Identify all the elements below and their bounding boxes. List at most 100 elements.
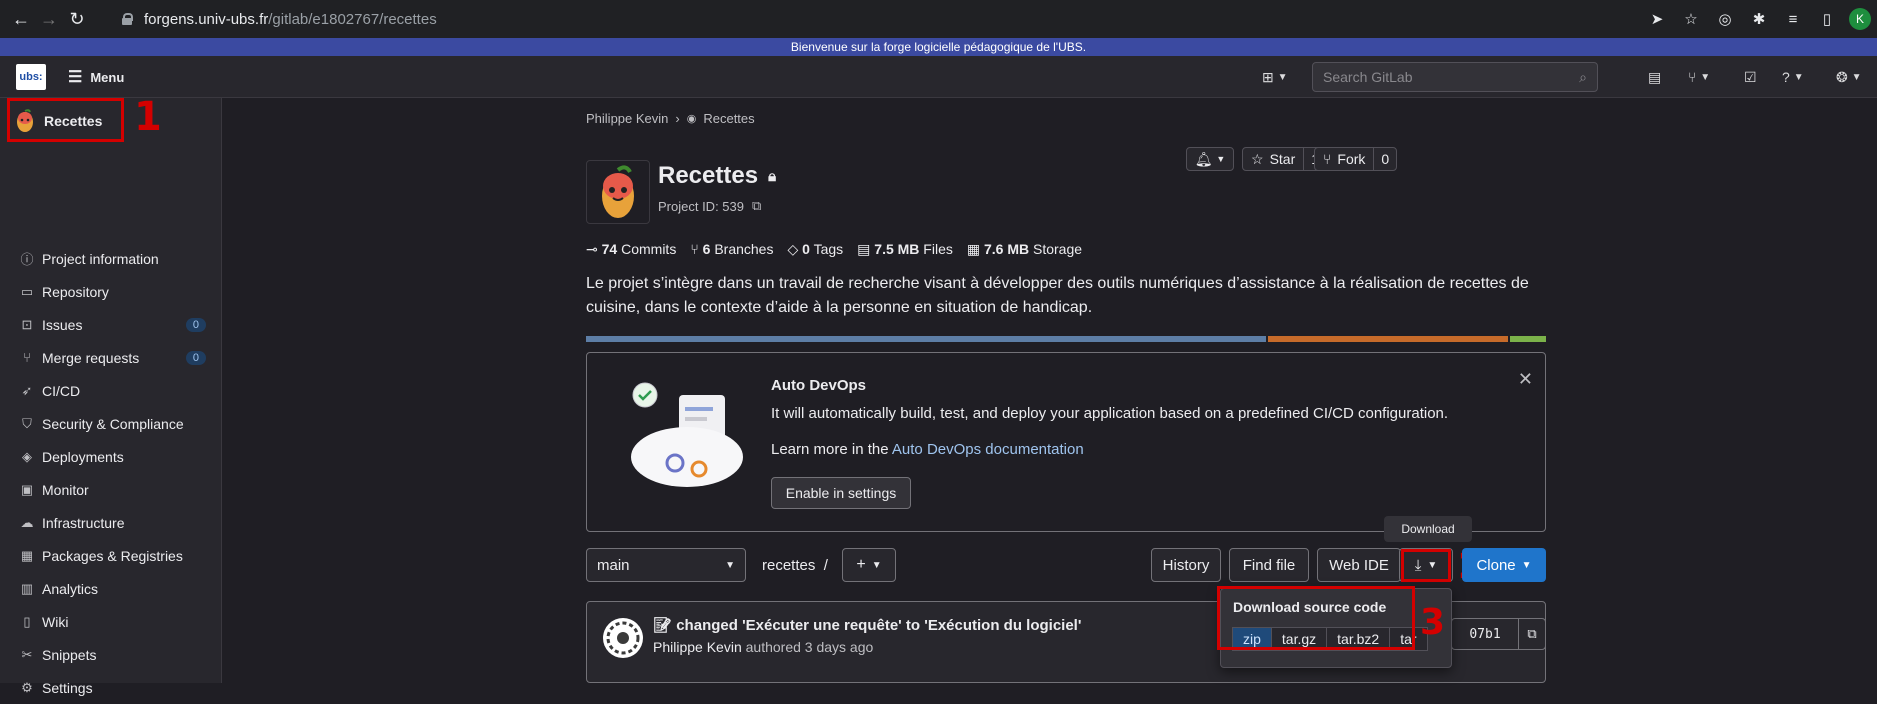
notification-dropdown[interactable]: 🔔︎ ▼	[1186, 147, 1234, 171]
package-icon: ▦	[20, 547, 34, 563]
plus-icon: +	[856, 556, 866, 573]
ubs-logo[interactable]: ubs:	[16, 64, 46, 90]
breadcrumb-owner[interactable]: Philippe Kevin	[586, 111, 668, 126]
issues-topbar-icon[interactable]: ▤	[1648, 67, 1661, 87]
branches-stat[interactable]: ⑂ 6 Branches	[690, 241, 773, 258]
chevron-down-icon: ▼	[1216, 154, 1226, 164]
mango-avatar-icon	[602, 165, 634, 218]
scissors-icon: ✂	[21, 646, 33, 662]
extension-glasses-icon[interactable]: ◎	[1713, 7, 1737, 31]
enable-in-settings-button[interactable]: Enable in settings	[771, 477, 911, 509]
commit-time: authored 3 days ago	[745, 639, 874, 655]
send-icon[interactable]: ➤	[1645, 7, 1669, 31]
sidebar-item-label: Issues	[42, 316, 83, 333]
forward-icon[interactable]: →	[34, 4, 64, 34]
fork-count[interactable]: 0	[1373, 148, 1396, 170]
repo-path-root[interactable]: recettes	[762, 557, 815, 574]
search-input[interactable]: Search GitLab ⌕	[1312, 62, 1598, 92]
tags-stat[interactable]: ◇ 0 Tags	[787, 241, 843, 258]
find-file-button[interactable]: Find file	[1229, 548, 1309, 582]
reload-icon[interactable]: ↻	[62, 4, 92, 34]
commit-sha[interactable]: 07b1	[1451, 618, 1519, 650]
memo-icon: 📝︎	[653, 617, 673, 634]
language-bar-segment	[1510, 336, 1546, 342]
sidebar-item-project-information[interactable]: ⓘ Project information	[0, 242, 222, 275]
address-bar[interactable]: forgens.univ-ubs.fr/gitlab/e1802767/rece…	[108, 4, 1748, 34]
menu-button[interactable]: ☰ Menu	[68, 65, 124, 89]
sidebar-item-ci-cd[interactable]: ➶ CI/CD	[0, 374, 222, 407]
sidebar-item-snippets[interactable]: ✂ Snippets	[0, 638, 222, 671]
fork-label: Fork	[1337, 151, 1366, 167]
branch-selector[interactable]: main ▼	[586, 548, 746, 582]
devops-doc-link[interactable]: Auto DevOps documentation	[892, 441, 1084, 458]
side-panel-icon[interactable]: ▯	[1815, 7, 1839, 31]
web-ide-button[interactable]: Web IDE	[1317, 548, 1401, 582]
sidebar-item-infrastructure[interactable]: ☁ Infrastructure	[0, 506, 222, 539]
merge-requests-count-badge: 0	[185, 350, 206, 365]
todo-icon[interactable]: ☑	[1744, 67, 1757, 87]
sidebar-item-wiki[interactable]: ▯ Wiki	[0, 605, 222, 638]
new-item-dropdown[interactable]: ⊞ ▼	[1262, 67, 1288, 87]
sidebar-item-label: Deployments	[42, 448, 124, 465]
back-icon[interactable]: ←	[6, 4, 36, 34]
commit-message-text: changed 'Exécuter une requête' to 'Exécu…	[676, 617, 1082, 634]
sidebar-item-label: Security & Compliance	[42, 415, 184, 432]
sidebar-item-deployments[interactable]: ◈ Deployments	[0, 440, 222, 473]
merge-requests-topbar-icon[interactable]: ⑂ ▼	[1688, 67, 1710, 87]
menu-label: Menu	[90, 69, 125, 85]
lock-icon: 🔒︎	[768, 167, 777, 185]
chart-icon: ▥	[20, 580, 34, 596]
clone-label: Clone	[1476, 556, 1516, 574]
sidebar-item-packages[interactable]: ▦ Packages & Registries	[0, 539, 222, 572]
help-icon[interactable]: ? ▼	[1782, 67, 1804, 87]
browser-toolbar: ← → ↻ forgens.univ-ubs.fr/gitlab/e180276…	[0, 0, 1877, 38]
sidebar-item-analytics[interactable]: ▥ Analytics	[0, 572, 222, 605]
add-file-dropdown[interactable]: + ▼	[842, 548, 896, 582]
storage-stat[interactable]: ▦ 7.6 MB Storage	[967, 241, 1082, 258]
breadcrumb-project[interactable]: Recettes	[703, 111, 754, 126]
commits-stat[interactable]: ⊸ 74 Commits	[586, 241, 676, 258]
project-title-text: Recettes	[658, 162, 759, 189]
star-bookmark-icon[interactable]: ☆	[1679, 7, 1703, 31]
sidebar-item-security[interactable]: ⛉ Security & Compliance	[0, 407, 222, 440]
sidebar-item-label: Repository	[42, 283, 109, 300]
profile-avatar[interactable]: K	[1849, 8, 1871, 30]
url-path: /gitlab/e1802767/recettes	[268, 10, 437, 28]
shield-icon: ⛉	[22, 415, 32, 431]
repo-path: recettes /	[762, 557, 828, 574]
close-icon[interactable]: ✕	[1518, 369, 1533, 390]
author-avatar[interactable]	[603, 618, 643, 658]
gitlab-topbar: ubs: ☰ Menu ⊞ ▼ Search GitLab ⌕ ▤ ⑂ ▼ ☑ …	[0, 56, 1877, 98]
commit-author[interactable]: Philippe Kevin	[653, 639, 742, 655]
sidebar-item-label: Monitor	[42, 481, 89, 498]
reading-list-icon[interactable]: ≡	[1781, 7, 1805, 31]
sidebar-item-issues[interactable]: ⊡ Issues 0	[0, 308, 222, 341]
copy-sha-icon[interactable]: ⧉	[1518, 618, 1546, 650]
fork-button[interactable]: ⑂ Fork 0	[1314, 147, 1398, 171]
puzzle-icon[interactable]: ✱	[1747, 7, 1771, 31]
sidebar-item-repository[interactable]: ▭ Repository	[0, 275, 222, 308]
sidebar-item-monitor[interactable]: ▣ Monitor	[0, 473, 222, 506]
sidebar-item-settings[interactable]: ⚙ Settings	[0, 671, 222, 704]
sidebar-item-label: Settings	[42, 679, 93, 696]
commit-message[interactable]: 📝︎ changed 'Exécuter une requête' to 'Ex…	[653, 616, 1081, 634]
sidebar-item-merge-requests[interactable]: ⑂ Merge requests 0	[0, 341, 222, 374]
annotation-box-3	[1217, 586, 1415, 650]
wiki-icon: ▯	[23, 613, 31, 629]
cloud-illustration	[631, 382, 743, 487]
file-icon: ▤	[857, 241, 871, 257]
star-label: Star	[1269, 151, 1296, 167]
user-avatar-icon[interactable]: ❂ ▼	[1836, 67, 1862, 87]
history-button[interactable]: History	[1151, 548, 1221, 582]
files-stat[interactable]: ▤ 7.5 MB Files	[857, 241, 953, 258]
mango-small-icon: ◉	[686, 113, 697, 125]
path-separator: /	[823, 557, 828, 574]
annotation-box-1	[7, 98, 124, 142]
language-bar-segment	[586, 336, 1266, 342]
clone-button[interactable]: Clone ▼	[1462, 548, 1546, 582]
copy-icon[interactable]: ⧉	[752, 198, 761, 214]
book-icon: ▭	[20, 283, 34, 299]
project-title: Recettes 🔒︎	[658, 162, 776, 190]
broadcast-banner: Bienvenue sur la forge logicielle pédago…	[0, 38, 1877, 56]
info-icon: ⓘ	[20, 252, 34, 267]
